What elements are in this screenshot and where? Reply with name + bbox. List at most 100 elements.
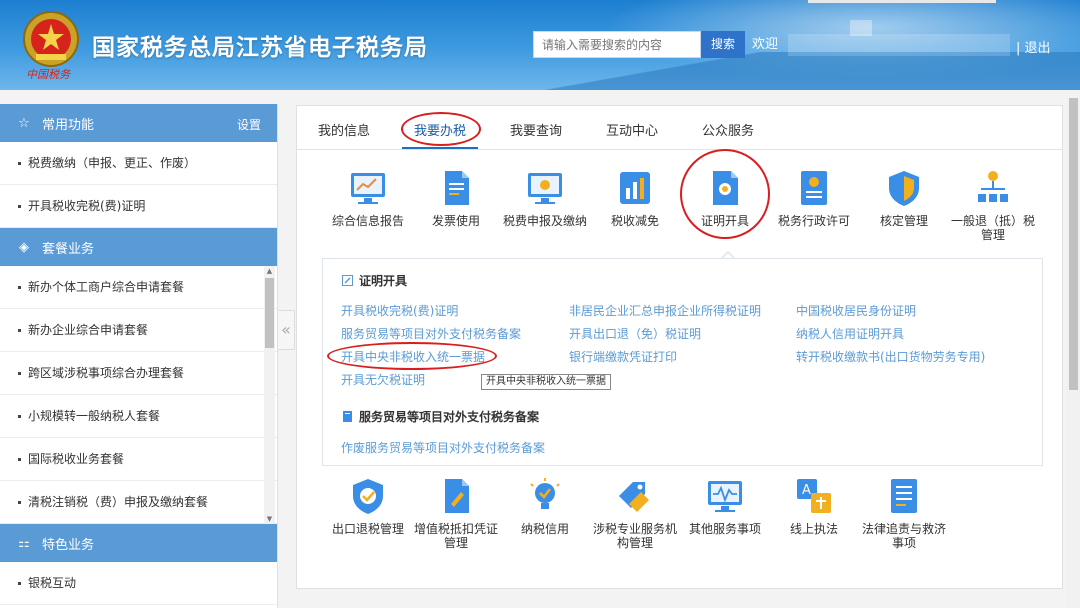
- sidebar-item-label: 开具税收完税(费)证明: [28, 199, 146, 213]
- link-nonresident-cert[interactable]: 非居民企业汇总申报企业所得税证明: [569, 302, 761, 319]
- func-invoice[interactable]: 发票使用: [410, 168, 502, 228]
- layers-icon: ◈: [19, 239, 29, 255]
- sidebar-item[interactable]: 跨区域涉税事项综合办理套餐: [0, 352, 277, 395]
- sidebar-scrollbar[interactable]: ▲ ▼: [264, 266, 275, 524]
- func-info-report[interactable]: 综合信息报告: [322, 168, 414, 228]
- func-label: 涉税专业服务机构管理: [592, 522, 677, 550]
- section-title-text: 证明开具: [359, 274, 408, 288]
- func-export-refund[interactable]: 出口退税管理: [322, 476, 414, 536]
- shield-check-icon: [353, 479, 383, 514]
- bullet-icon: [18, 329, 21, 332]
- link-service-trade-filing[interactable]: 服务贸易等项目对外支付税务备案: [341, 325, 521, 342]
- func-online-enforcement[interactable]: A 线上执法: [768, 476, 860, 536]
- site-title: 国家税务总局江苏省电子税务局: [92, 35, 428, 61]
- func-tax-relief[interactable]: 税收减免: [589, 168, 681, 228]
- page-scrollbar[interactable]: [1067, 98, 1080, 608]
- link-tax-resident-cert[interactable]: 中国税收居民身份证明: [796, 302, 916, 319]
- svg-text:A: A: [802, 483, 811, 498]
- link-central-nontax-receipt[interactable]: 开具中央非税收入统一票据: [341, 348, 485, 365]
- scroll-down-icon[interactable]: ▼: [264, 514, 275, 524]
- sidebar-section-title: 套餐业务: [42, 241, 95, 257]
- func-refund[interactable]: 一般退（抵）税管理: [947, 168, 1039, 242]
- tab-query[interactable]: 我要查询: [510, 120, 562, 139]
- welcome-text: 欢迎: [752, 37, 779, 52]
- search-button[interactable]: 搜索: [701, 31, 745, 58]
- func-declare-pay[interactable]: 税费申报及缴纳: [499, 168, 591, 228]
- func-admin-license[interactable]: 税务行政许可: [768, 168, 860, 228]
- grid-icon: ⚏: [18, 535, 30, 551]
- emblem-caption: 中国税务: [26, 68, 70, 81]
- logout-link[interactable]: | 退出: [1016, 37, 1051, 56]
- func-assessment[interactable]: 核定管理: [858, 168, 950, 228]
- scroll-up-icon[interactable]: ▲: [264, 266, 275, 276]
- sidebar-item[interactable]: 国际税收业务套餐: [0, 438, 277, 481]
- func-certificate[interactable]: 证明开具: [679, 168, 771, 228]
- bullet-icon: [18, 415, 21, 418]
- tags-icon: [619, 482, 649, 512]
- page-scrollbar-thumb[interactable]: [1069, 98, 1078, 390]
- book-icon: [342, 411, 353, 422]
- sidebar-item[interactable]: 小规模转一般纳税人套餐: [0, 395, 277, 438]
- func-tax-credit[interactable]: 纳税信用: [499, 476, 591, 536]
- sidebar-settings-link[interactable]: 设置: [237, 116, 261, 133]
- sidebar-item-label: 国际税收业务套餐: [28, 452, 125, 466]
- func-label: 出口退税管理: [331, 522, 404, 536]
- link-credit-cert[interactable]: 纳税人信用证明开具: [796, 325, 904, 342]
- link-export-refund-cert[interactable]: 开具出口退（免）税证明: [569, 325, 701, 342]
- func-label: 发票使用: [431, 214, 480, 228]
- link-tax-payment-cert[interactable]: 开具税收完税(费)证明: [341, 302, 458, 319]
- bullet-icon: [18, 205, 21, 208]
- welcome-user-area: [788, 34, 1010, 56]
- site-header: 中国税务 国家税务总局江苏省电子税务局 搜索 欢迎 | 退出: [0, 0, 1080, 90]
- bullet-icon: [18, 501, 21, 504]
- bulb-check-icon: [530, 478, 560, 509]
- func-legal-remedy[interactable]: 法律追责与救济事项: [858, 476, 950, 550]
- sidebar-item[interactable]: 清税注销税（费）申报及缴纳套餐: [0, 481, 277, 524]
- func-label: 税收减免: [610, 214, 659, 228]
- func-label: 其他服务事项: [688, 522, 761, 536]
- func-vat-deduction[interactable]: 增值税抵扣凭证管理: [410, 476, 502, 550]
- sidebar-item-label: 小规模转一般纳税人套餐: [28, 409, 161, 423]
- tax-emblem-icon: [23, 11, 79, 67]
- sidebar-item[interactable]: 新办个体工商户综合申请套餐: [0, 266, 277, 309]
- bullet-icon: [18, 162, 21, 165]
- func-label: 纳税信用: [520, 522, 569, 536]
- func-agency-mgmt[interactable]: 涉税专业服务机构管理: [589, 476, 681, 550]
- bullet-icon: [18, 582, 21, 585]
- scrollbar-thumb[interactable]: [265, 278, 274, 348]
- shield-icon: [889, 171, 919, 206]
- func-other-services[interactable]: 其他服务事项: [679, 476, 771, 536]
- func-label: 线上执法: [789, 522, 838, 536]
- func-label: 增值税抵扣凭证管理: [413, 522, 498, 550]
- sidebar-item[interactable]: 开具税收完税(费)证明: [0, 185, 277, 228]
- func-label: 一般退（抵）税管理: [950, 214, 1035, 242]
- sidebar-section-featured[interactable]: ⚏ 特色业务: [0, 524, 277, 562]
- section-title-service-trade: 服务贸易等项目对外支付税务备案: [342, 408, 539, 425]
- document-edit-icon: [445, 479, 469, 513]
- link-void-service-trade-filing[interactable]: 作废服务贸易等项目对外支付税务备案: [341, 439, 545, 456]
- monitor-wave-icon: [708, 481, 742, 512]
- link-tax-payment-book[interactable]: 转开税收缴款书(出口货物劳务专用): [796, 348, 985, 365]
- link-tooltip: 开具中央非税收入统一票据: [481, 374, 611, 390]
- sidebar-item[interactable]: 新办企业综合申请套餐: [0, 309, 277, 352]
- tab-public-service[interactable]: 公众服务: [702, 120, 754, 139]
- func-label: 综合信息报告: [331, 214, 404, 228]
- sidebar-item-label: 新办企业综合申请套餐: [28, 323, 149, 337]
- sidebar-section-common[interactable]: ☆ 常用功能 设置: [0, 104, 277, 142]
- monitor-chart-icon: [351, 173, 385, 204]
- func-label: 证明开具: [700, 214, 749, 228]
- tab-interaction[interactable]: 互动中心: [606, 120, 658, 139]
- double-chevron-left-icon[interactable]: «: [277, 310, 295, 350]
- link-no-arrears-cert[interactable]: 开具无欠税证明: [341, 371, 425, 388]
- sidebar-item[interactable]: 银税互动: [0, 562, 277, 605]
- sidebar-section-packages[interactable]: ◈ 套餐业务: [0, 228, 277, 266]
- license-icon: [801, 171, 827, 205]
- sidebar-item[interactable]: 税费缴纳（申报、更正、作废）: [0, 142, 277, 185]
- link-bank-voucher-print[interactable]: 银行端缴款凭证打印: [569, 348, 677, 365]
- search-input[interactable]: [533, 31, 701, 58]
- func-label: 税费申报及缴纳: [502, 214, 587, 228]
- tab-tax-handling[interactable]: 我要办税: [414, 120, 466, 139]
- document-icon: [445, 171, 469, 205]
- tab-my-info[interactable]: 我的信息: [318, 120, 370, 139]
- func-label: 法律追责与救济事项: [861, 522, 946, 550]
